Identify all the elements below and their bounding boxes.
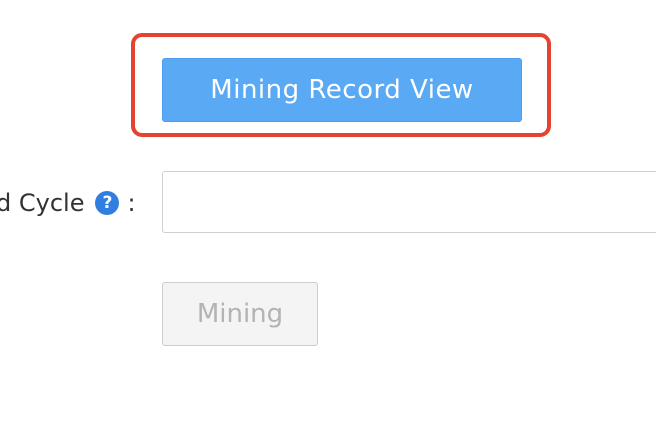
- page: Mining Record View d Cycle ? : Mining: [0, 0, 656, 446]
- mining-record-view-button[interactable]: Mining Record View: [162, 58, 522, 122]
- question-circle-icon[interactable]: ?: [95, 191, 120, 215]
- cycle-input[interactable]: [162, 171, 656, 233]
- field-label-row: d Cycle ? :: [0, 183, 136, 223]
- mining-button[interactable]: Mining: [162, 282, 318, 346]
- cycle-field-label: d Cycle: [0, 189, 85, 217]
- label-colon: :: [127, 189, 136, 217]
